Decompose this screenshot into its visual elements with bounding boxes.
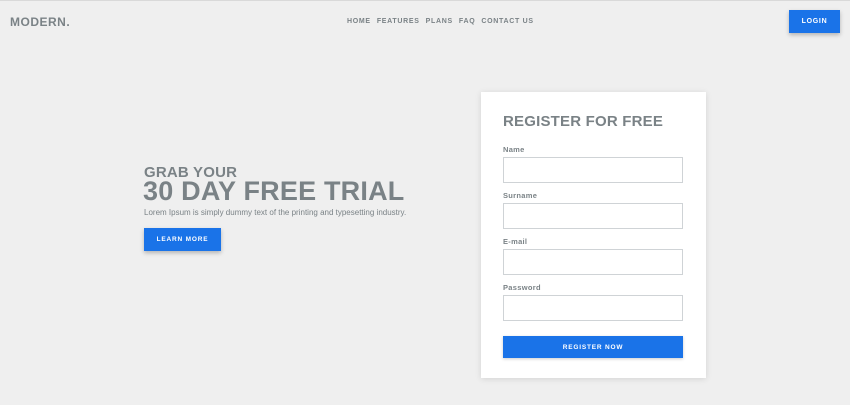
nav-plans[interactable]: PLANS — [426, 18, 453, 25]
surname-field[interactable] — [503, 203, 683, 229]
logo[interactable]: MODERN. — [10, 15, 70, 29]
main-nav: HOME FEATURES PLANS FAQ CONTACT US — [347, 18, 534, 25]
nav-features[interactable]: FEATURES — [377, 18, 420, 25]
email-label: E-mail — [503, 237, 528, 246]
password-label: Password — [503, 283, 541, 292]
nav-contact-us[interactable]: CONTACT US — [481, 18, 533, 25]
name-field[interactable] — [503, 157, 683, 183]
top-border — [0, 0, 850, 1]
hero-description: Lorem Ipsum is simply dummy text of the … — [144, 208, 407, 217]
register-card: REGISTER FOR FREE Name Surname E-mail Pa… — [481, 92, 706, 378]
email-field[interactable] — [503, 249, 683, 275]
nav-home[interactable]: HOME — [347, 18, 371, 25]
login-button[interactable]: LOGIN — [789, 10, 840, 33]
register-now-button[interactable]: REGISTER NOW — [503, 336, 683, 358]
password-field[interactable] — [503, 295, 683, 321]
learn-more-button[interactable]: LEARN MORE — [144, 228, 221, 251]
nav-faq[interactable]: FAQ — [459, 18, 476, 25]
hero-title: 30 DAY FREE TRIAL — [143, 176, 405, 206]
surname-label: Surname — [503, 191, 538, 200]
name-label: Name — [503, 145, 525, 154]
register-title: REGISTER FOR FREE — [503, 113, 664, 130]
